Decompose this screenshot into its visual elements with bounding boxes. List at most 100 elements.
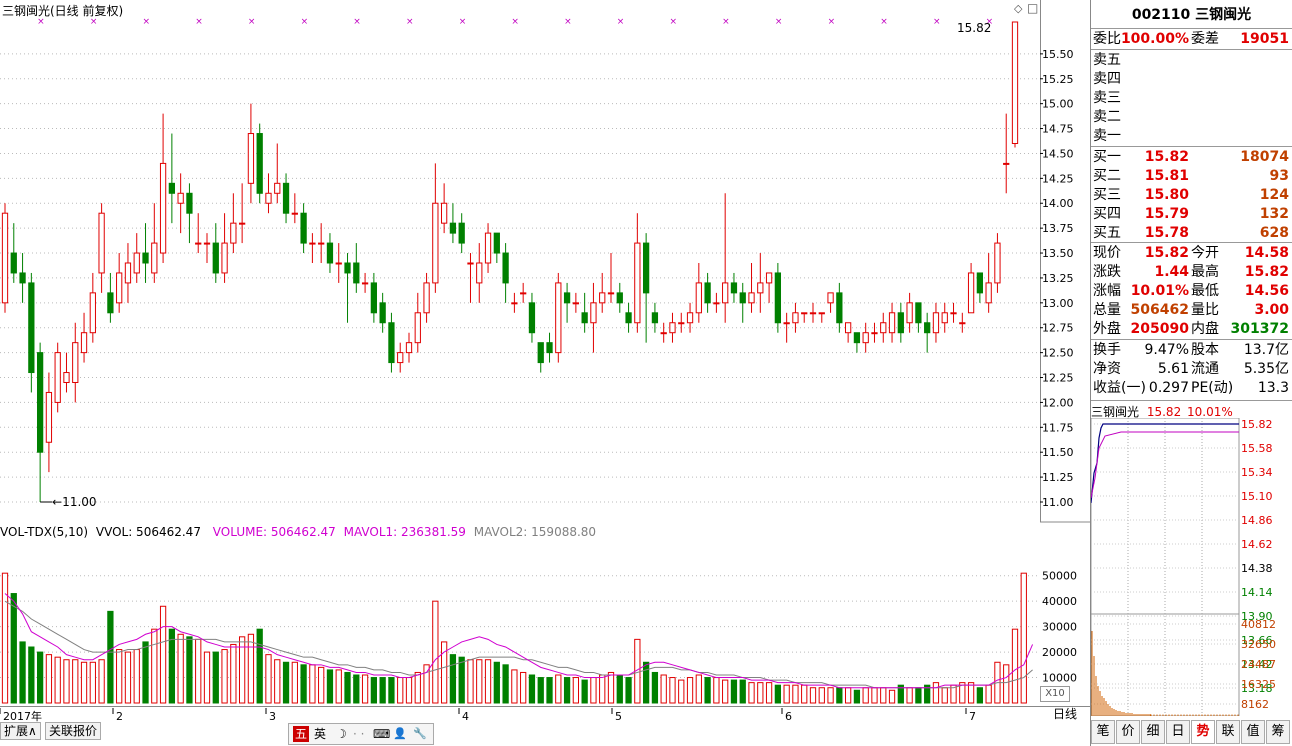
- sell-row: 卖一: [1091, 127, 1292, 146]
- candle-body: [862, 332, 869, 344]
- moon-icon[interactable]: ☽: [336, 726, 347, 742]
- candle-body: [177, 192, 184, 204]
- signal-marker: ×: [722, 17, 730, 27]
- volume-bar: [546, 677, 553, 704]
- user-icon[interactable]: 👤: [393, 726, 407, 742]
- buy-volume: 132: [1259, 206, 1289, 222]
- stat-label: 今开: [1191, 245, 1219, 261]
- candle-body: [256, 133, 263, 194]
- panel-tab[interactable]: 值: [1241, 720, 1265, 744]
- candle-body: [405, 342, 413, 354]
- candle-body: [344, 262, 351, 274]
- candle-body: [63, 372, 70, 383]
- minichart-price-tick: 14.38: [1241, 562, 1273, 575]
- volume-bar: [107, 610, 114, 704]
- stat-value: 15.82: [1144, 245, 1189, 261]
- volume-bar: [941, 687, 948, 704]
- volume-bar: [765, 682, 773, 704]
- ime-toolbar[interactable]: 五 英 ☽ · · ⌨ 👤 🔧: [288, 723, 434, 745]
- candle-body: [98, 212, 105, 274]
- candle-body: [36, 352, 44, 453]
- volume-bar: [28, 646, 35, 704]
- intraday-minichart[interactable]: 三钢闽光 15.82 10.01% 15.82 15.58 15.34 15.10 14…: [1091, 402, 1292, 716]
- candle-body: [449, 222, 457, 234]
- volume-bar: [458, 656, 465, 704]
- price-tick-label: 11.25: [1042, 471, 1074, 484]
- volume-bar: [318, 666, 325, 704]
- price-tick-label: 12.25: [1042, 372, 1074, 385]
- panel-tab[interactable]: 笔: [1091, 720, 1115, 744]
- stat-label: 涨跌: [1093, 264, 1121, 280]
- candle-body: [546, 342, 553, 354]
- volume-bar: [774, 684, 782, 704]
- candle-body: [616, 292, 623, 304]
- candle-body: [959, 322, 966, 325]
- candle-body: [520, 292, 527, 295]
- volume-bar: [757, 682, 764, 704]
- volume-bar: [625, 677, 632, 704]
- related-quote-button[interactable]: 关联报价: [45, 722, 102, 740]
- price-tick-label: 14.50: [1042, 147, 1074, 160]
- minichart-vol-tick: 16325: [1241, 678, 1276, 691]
- sell-row: 卖三: [1091, 89, 1292, 108]
- signal-marker: ×: [828, 17, 836, 27]
- stock-name: 三钢闽光: [1195, 7, 1252, 23]
- candle-body: [844, 322, 852, 334]
- candle-body: [124, 262, 132, 284]
- time-tick-label: 4: [462, 710, 469, 722]
- buy-row: 买二 15.81 93: [1091, 167, 1292, 186]
- stat2-value: 13.3: [1257, 380, 1289, 396]
- volume-bar: [783, 684, 790, 704]
- panel-tab[interactable]: 筹: [1266, 720, 1290, 744]
- volume-bar: [36, 651, 44, 704]
- stat-row: 外盘 205090 内盘 301372: [1091, 320, 1292, 339]
- candle-body: [967, 272, 975, 314]
- sell-row: 卖五: [1091, 51, 1292, 70]
- minichart-price-tick: 14.62: [1241, 538, 1273, 551]
- panel-tab[interactable]: 势: [1191, 720, 1215, 744]
- candle-body: [28, 282, 35, 374]
- candle-body: [10, 252, 17, 274]
- volume-bar: [265, 654, 272, 704]
- minichart-frame: [1091, 418, 1240, 716]
- panel-tab[interactable]: 联: [1216, 720, 1240, 744]
- keyboard-icon[interactable]: ⌨: [373, 726, 390, 742]
- signal-marker: ×: [195, 17, 203, 27]
- volume-bar: [309, 664, 316, 704]
- price-tick-label: 14.25: [1042, 172, 1074, 185]
- expand-button[interactable]: 扩展∧: [0, 722, 41, 740]
- sell-row: 卖四: [1091, 70, 1292, 89]
- ime-english-toggle[interactable]: 英: [314, 726, 326, 742]
- minichart-pct: 10.01%: [1187, 405, 1233, 419]
- signal-marker: ×: [143, 17, 151, 27]
- volume-bar: [818, 687, 825, 704]
- panel-tab[interactable]: 价: [1116, 720, 1140, 744]
- stock-code: 002110: [1131, 7, 1191, 23]
- volume-bar: [195, 638, 202, 704]
- signal-marker: ×: [248, 17, 256, 27]
- volume-bar: [844, 687, 852, 704]
- volume-bar: [80, 661, 88, 704]
- candle-body: [476, 262, 483, 284]
- time-tick-label: 5: [615, 710, 622, 722]
- ime-chinese-icon[interactable]: 五: [293, 726, 310, 742]
- stat2-value: 0.297: [1148, 380, 1189, 396]
- candle-body: [669, 322, 676, 334]
- signal-marker: ×: [37, 17, 45, 27]
- volume-bar: [212, 651, 219, 704]
- time-tick-label: 2017年: [3, 709, 42, 722]
- wrench-icon[interactable]: 🔧: [413, 726, 427, 742]
- candle-body: [388, 322, 395, 364]
- period-label[interactable]: 日线: [1040, 706, 1090, 721]
- volume-chart[interactable]: VOL-TDX(5,10) VVOL: 506462.47 VOLUME: 50…: [0, 523, 1040, 706]
- buy-price: 15.81: [1144, 168, 1189, 184]
- buy-row: 买一 15.82 18074: [1091, 148, 1292, 167]
- weibi-value: 100.00%: [1120, 31, 1189, 47]
- kline-chart[interactable]: 三钢闽光(日线 前复权) ◇ □ × × × × × × × × × × × × × × × × × × × 15.8…: [0, 0, 1041, 522]
- panel-tab[interactable]: 日: [1166, 720, 1190, 744]
- weicha-label: 委差: [1191, 31, 1219, 47]
- punctuation-icon[interactable]: · ·: [353, 726, 364, 742]
- panel-tab[interactable]: 细: [1141, 720, 1165, 744]
- candle-body: [133, 252, 140, 274]
- candle-body: [274, 182, 281, 194]
